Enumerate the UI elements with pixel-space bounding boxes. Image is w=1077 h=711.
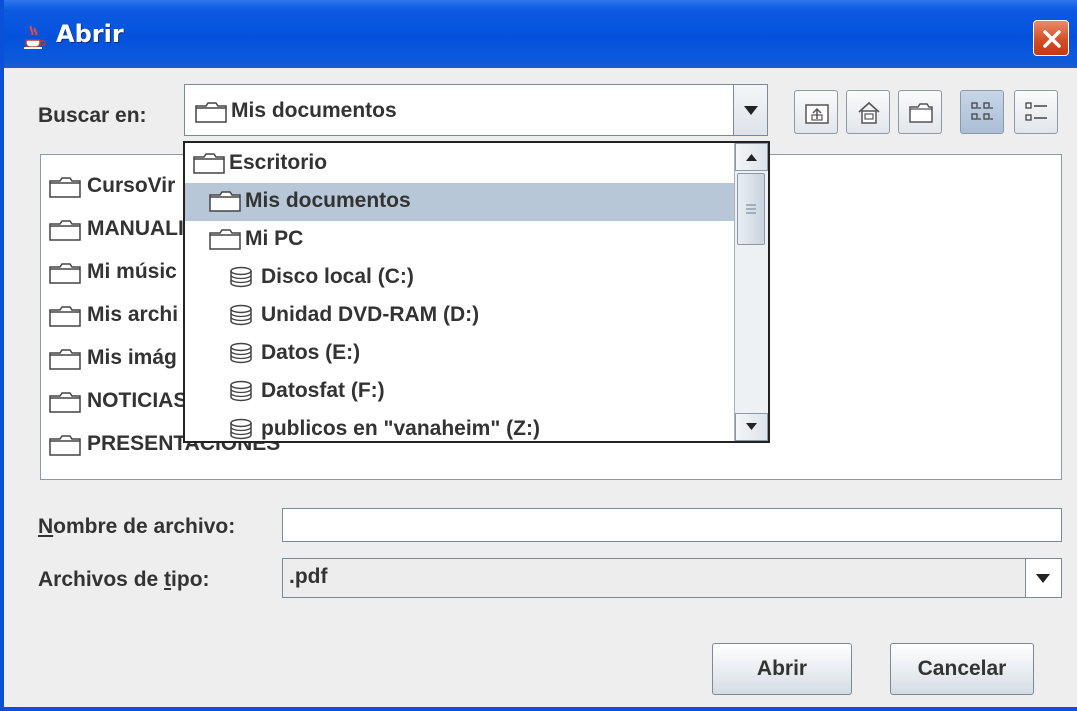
dropdown-item-mis-documentos[interactable]: Mis documentos	[185, 183, 734, 221]
chevron-down-icon	[744, 106, 758, 115]
scroll-up-button[interactable]	[735, 143, 768, 171]
scroll-thumb[interactable]	[737, 173, 765, 245]
drive-icon	[229, 266, 253, 294]
window-title: Abrir	[56, 20, 124, 48]
folder-icon	[209, 190, 241, 218]
list-view-icon	[971, 102, 993, 120]
file-name: Mi músic	[87, 260, 177, 283]
drive-icon	[229, 380, 253, 408]
list-view-button[interactable]	[960, 90, 1004, 134]
folder-icon	[49, 391, 81, 419]
dropdown-item-mi-pc[interactable]: Mi PC	[185, 221, 734, 259]
file-name: MANUALI	[87, 217, 184, 240]
close-x-icon	[1043, 30, 1061, 48]
folder-icon	[193, 152, 225, 180]
folder-icon	[49, 219, 81, 247]
cancel-button[interactable]: Cancelar	[890, 643, 1034, 695]
folder-icon	[49, 434, 81, 462]
dropdown-scrollbar[interactable]	[734, 143, 768, 441]
new-folder-button[interactable]	[898, 90, 942, 134]
dropdown-item-label: Unidad DVD-RAM (D:)	[261, 303, 480, 326]
drive-icon	[229, 342, 253, 370]
scroll-down-button[interactable]	[735, 413, 768, 441]
new-folder-icon	[909, 103, 933, 123]
dropdown-item-unidad-dvd-ram-d[interactable]: Unidad DVD-RAM (D:)	[185, 297, 734, 335]
file-name-label: Nombre de archivo:	[38, 515, 236, 538]
up-folder-button[interactable]	[794, 90, 838, 134]
drive-icon	[229, 304, 253, 332]
drive-icon	[229, 418, 253, 441]
dropdown-item-datos-e[interactable]: Datos (E:)	[185, 335, 734, 373]
folder-icon	[49, 348, 81, 376]
dropdown-item-label: Escritorio	[229, 151, 328, 174]
folder-icon	[195, 101, 227, 127]
file-name-input[interactable]	[282, 508, 1062, 542]
dropdown-item-label: Datos (E:)	[261, 341, 361, 364]
home-icon	[858, 101, 880, 124]
java-cup-icon	[20, 22, 48, 50]
folder-icon	[49, 305, 81, 333]
arrow-down-icon	[746, 423, 757, 430]
look-in-dropdown-list[interactable]: Escritorio Mis documentos Mi PC Disco lo…	[183, 141, 770, 443]
open-dialog: Abrir Buscar en: Mis documentos CursoVir…	[0, 0, 1077, 711]
close-button[interactable]	[1033, 20, 1069, 56]
dropdown-item-escritorio[interactable]: Escritorio	[185, 145, 734, 183]
file-type-combo[interactable]: .pdf	[282, 558, 1062, 598]
dropdown-item-label: Disco local (C:)	[261, 265, 414, 288]
details-view-button[interactable]	[1014, 90, 1058, 134]
file-type-label: Archivos de tipo:	[38, 568, 210, 591]
arrow-up-icon	[746, 154, 757, 161]
title-bar[interactable]: Abrir	[4, 0, 1077, 68]
file-name: Mis imág	[87, 346, 177, 369]
dropdown-item-label: publicos en "vanaheim" (Z:)	[261, 417, 540, 440]
file-name: NOTICIAS	[87, 389, 188, 412]
file-name: CursoVir	[87, 174, 176, 197]
home-button[interactable]	[846, 90, 890, 134]
dropdown-item-publicos-vanaheim-z[interactable]: publicos en "vanaheim" (Z:)	[185, 411, 734, 441]
file-type-dropdown-button[interactable]	[1025, 559, 1061, 597]
look-in-dropdown-button[interactable]	[733, 85, 767, 135]
look-in-label: Buscar en:	[38, 104, 147, 127]
dropdown-item-label: Mis documentos	[245, 189, 411, 212]
dialog-content: Buscar en: Mis documentos CursoVir MANUA…	[8, 68, 1077, 707]
open-button[interactable]: Abrir	[712, 643, 852, 695]
folder-icon	[49, 176, 81, 204]
folder-icon	[49, 262, 81, 290]
dropdown-item-disco-local-c[interactable]: Disco local (C:)	[185, 259, 734, 297]
dropdown-item-label: Datosfat (F:)	[261, 379, 385, 402]
chevron-down-icon	[1036, 574, 1050, 583]
look-in-value: Mis documentos	[231, 99, 397, 122]
file-type-value: .pdf	[289, 565, 328, 588]
grip-icon	[746, 204, 756, 214]
dropdown-item-datosfat-f[interactable]: Datosfat (F:)	[185, 373, 734, 411]
folder-icon	[209, 228, 241, 256]
up-folder-icon	[805, 104, 829, 124]
look-in-combo[interactable]: Mis documentos	[184, 84, 768, 136]
dropdown-item-label: Mi PC	[245, 227, 304, 250]
file-name: Mis archi	[87, 303, 179, 326]
details-view-icon	[1025, 102, 1047, 121]
